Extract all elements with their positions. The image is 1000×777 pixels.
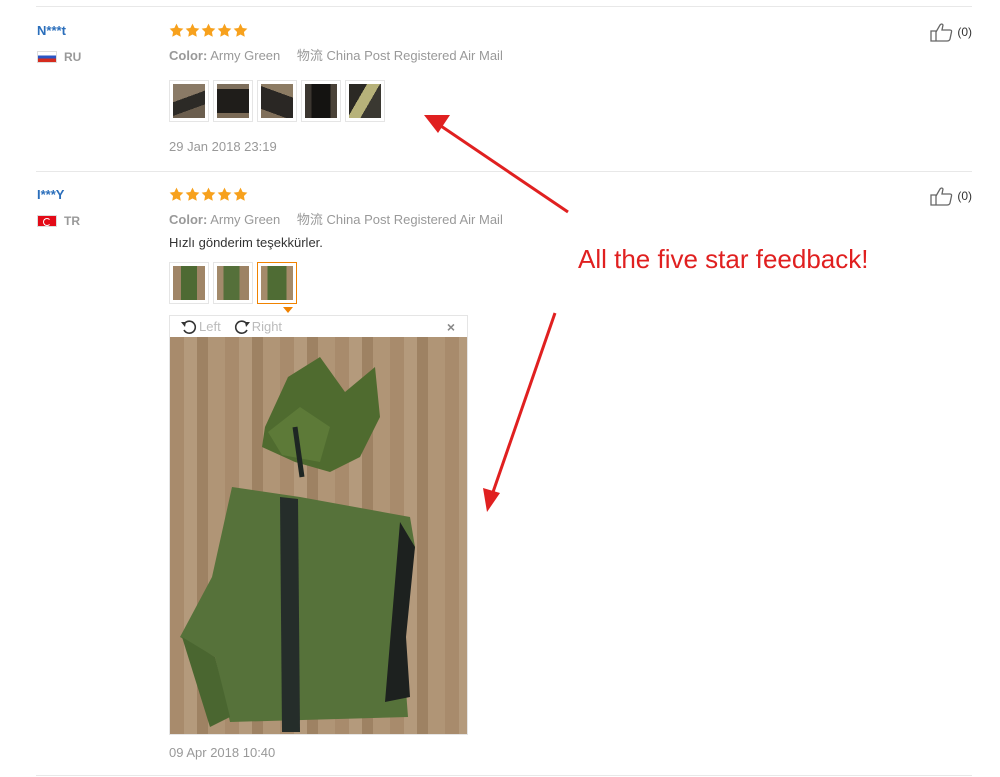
thumbs-up-icon <box>930 187 953 206</box>
photo-thumbnail[interactable] <box>213 80 253 122</box>
star-icon <box>233 23 248 37</box>
color-value: Army Green <box>210 212 281 227</box>
annotation-arrows-icon <box>424 115 569 512</box>
thumbs-up-icon <box>930 23 953 42</box>
star-icon <box>185 187 200 201</box>
color-label: Color: <box>169 212 208 227</box>
photo-thumbnail[interactable] <box>169 80 209 122</box>
star-icon <box>233 187 248 201</box>
star-rating <box>169 23 248 38</box>
helpful-count: (0) <box>957 189 972 203</box>
reviewer-country: RU <box>37 50 81 64</box>
review-photo <box>170 337 467 734</box>
rotate-left-button[interactable]: Left <box>180 319 221 335</box>
rotate-right-label: Right <box>251 319 283 334</box>
photo-thumbnails <box>169 80 385 122</box>
star-icon <box>201 23 216 37</box>
color-value: Army Green <box>210 48 281 63</box>
order-attributes: Color: Army Green 物流 China Post Register… <box>169 45 503 64</box>
star-icon <box>201 187 216 201</box>
selected-indicator-icon <box>283 307 293 313</box>
shipping-label: 物流 <box>296 212 323 227</box>
rotate-right-button[interactable]: Right <box>233 319 282 335</box>
annotation-text: All the five star feedback! <box>578 244 869 274</box>
rotate-left-label: Left <box>199 319 221 334</box>
review-date: 29 Jan 2018 23:19 <box>169 139 277 154</box>
product-photo-drawing <box>180 357 415 732</box>
photo-thumbnail[interactable] <box>257 80 297 122</box>
color-label: Color: <box>169 48 208 63</box>
flag-ru-icon <box>37 51 57 63</box>
country-code: TR <box>64 214 80 228</box>
helpful-count: (0) <box>957 25 972 39</box>
reviewer-country: TR <box>37 214 80 228</box>
star-icon <box>217 187 232 201</box>
helpful-button[interactable]: (0) <box>930 22 972 42</box>
order-attributes: Color: Army Green 物流 China Post Register… <box>169 209 503 228</box>
photo-thumbnail[interactable] <box>169 262 209 304</box>
star-icon <box>169 23 184 37</box>
rotate-right-icon <box>234 319 250 334</box>
divider <box>36 775 972 776</box>
photo-viewer: Left Right × <box>169 315 468 735</box>
viewer-toolbar: Left Right × <box>170 316 467 337</box>
star-rating <box>169 187 248 202</box>
review-date: 09 Apr 2018 10:40 <box>169 745 276 760</box>
shipping-value: China Post Registered Air Mail <box>326 212 503 227</box>
star-icon <box>169 187 184 201</box>
reviewer-name[interactable]: N***t <box>37 23 66 38</box>
review-text: Hızlı gönderim teşekkürler. <box>169 235 323 250</box>
helpful-button[interactable]: (0) <box>930 186 972 206</box>
close-button[interactable]: × <box>447 319 455 335</box>
photo-thumbnails <box>169 262 297 304</box>
photo-thumbnail[interactable] <box>301 80 341 122</box>
shipping-label: 物流 <box>296 48 323 63</box>
star-icon <box>217 23 232 37</box>
rotate-left-icon <box>181 319 197 334</box>
photo-thumbnail-selected[interactable] <box>257 262 297 304</box>
photo-thumbnail[interactable] <box>345 80 385 122</box>
shipping-value: China Post Registered Air Mail <box>326 48 503 63</box>
divider <box>36 171 972 172</box>
star-icon <box>185 23 200 37</box>
divider <box>36 6 972 7</box>
flag-tr-icon <box>37 215 57 227</box>
country-code: RU <box>64 50 82 64</box>
reviewer-name[interactable]: I***Y <box>37 187 64 202</box>
photo-thumbnail[interactable] <box>213 262 253 304</box>
